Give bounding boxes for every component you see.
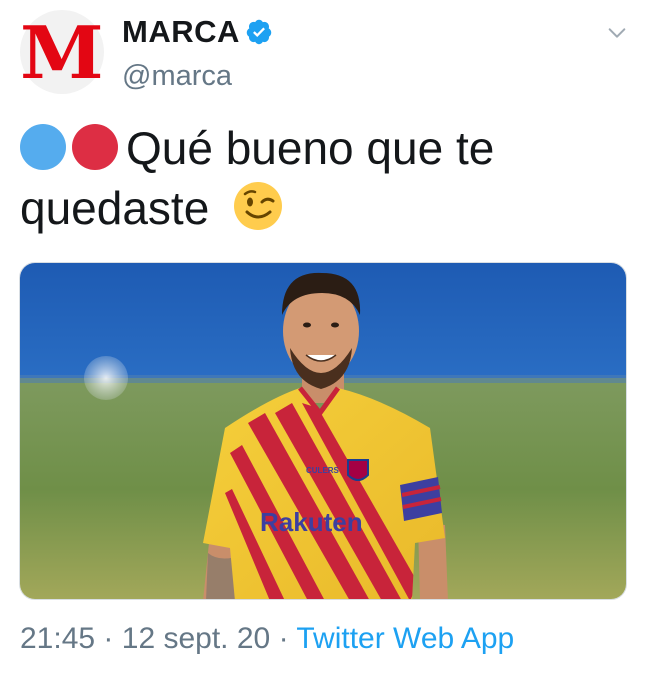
player-photo: Rakuten CULERS — [20, 263, 626, 599]
verified-badge-icon — [246, 19, 272, 45]
red-circle-emoji-icon — [72, 124, 118, 170]
tweet-text: Qué bueno que te quedaste — [20, 118, 620, 238]
tweet-source-link[interactable]: Twitter Web App — [296, 622, 514, 655]
tweet-line-2: quedaste — [20, 178, 620, 238]
tweet-meta: 21:45 · 12 sept. 20 · Twitter Web App — [20, 622, 514, 656]
avatar[interactable]: M — [20, 10, 104, 94]
tweet-line-1: Qué bueno que te — [20, 118, 620, 178]
tweet-date[interactable]: 12 sept. 20 — [122, 622, 270, 655]
tweet-time[interactable]: 21:45 — [20, 622, 95, 655]
display-name[interactable]: MARCA — [122, 14, 240, 50]
jersey-collar-text: CULERS — [306, 466, 340, 475]
meta-separator-1: · — [103, 622, 114, 655]
blue-circle-emoji-icon — [20, 124, 66, 170]
tweet-text-line2: quedaste — [20, 182, 210, 234]
tweet-text-line1: Qué bueno que te — [126, 122, 495, 174]
tweet-media-image[interactable]: Rakuten CULERS — [19, 262, 627, 600]
meta-separator-2: · — [278, 622, 289, 655]
winking-face-emoji-icon — [234, 182, 283, 230]
handle[interactable]: @marca — [122, 60, 232, 93]
marca-logo: M — [20, 10, 104, 95]
chevron-down-icon[interactable] — [606, 22, 628, 44]
jersey-sponsor-text: Rakuten — [260, 507, 363, 537]
